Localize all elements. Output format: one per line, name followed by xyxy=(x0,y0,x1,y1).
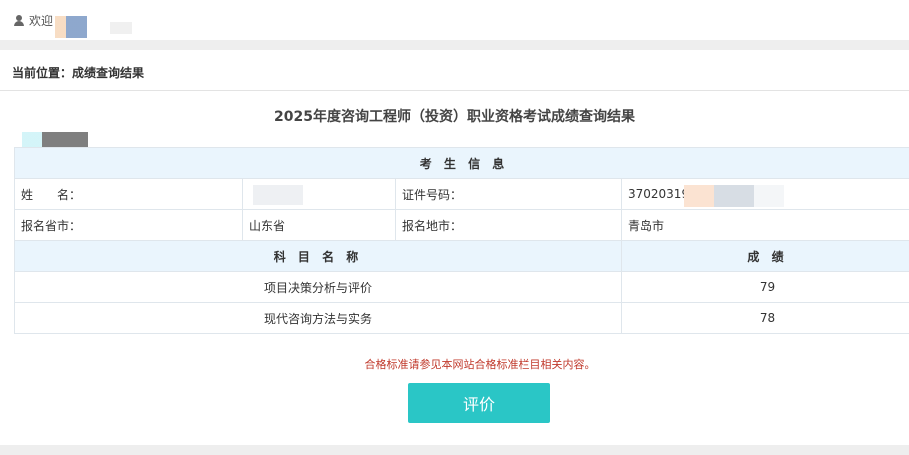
province-value: 山东省 xyxy=(242,209,396,241)
subject-score: 79 xyxy=(621,271,909,303)
city-label: 报名地市： xyxy=(395,209,622,241)
subject-header: 科 目 名 称 xyxy=(14,240,622,272)
subject-name: 现代咨询方法与实务 xyxy=(14,302,622,334)
breadcrumb-text: 当前位置：成绩查询结果 xyxy=(12,66,145,80)
id-value: 37020319 xyxy=(621,178,909,210)
welcome-area: 欢迎 xyxy=(14,12,53,29)
subject-name: 项目决策分析与评价 xyxy=(14,271,622,303)
score-header: 成 绩 xyxy=(621,240,909,272)
table-row: 现代咨询方法与实务 78 xyxy=(14,302,909,334)
province-label: 报名省市： xyxy=(14,209,243,241)
section-title: 考 生 信 息 xyxy=(14,147,909,179)
redacted-id xyxy=(684,185,784,207)
evaluate-button[interactable]: 评价 xyxy=(408,383,550,423)
table-row: 项目决策分析与评价 79 xyxy=(14,271,909,303)
pass-standard-note: 合格标准请参见本网站合格标准栏目相关内容。 xyxy=(364,358,596,371)
name-value xyxy=(242,178,396,210)
id-label: 证件号码： xyxy=(395,178,622,210)
name-label: 姓 名： xyxy=(14,178,243,210)
top-bar: 欢迎 xyxy=(0,0,909,40)
name-id-row: 姓 名： 证件号码： 37020319 xyxy=(14,178,909,210)
scores-header-row: 科 目 名 称 成 绩 xyxy=(14,240,909,272)
top-separator xyxy=(0,40,909,50)
welcome-text: 欢迎 xyxy=(29,14,54,28)
candidate-info-table: 考 生 信 息 姓 名： 证件号码： 37020319 报名省市： 山东省 报名… xyxy=(14,147,909,334)
user-icon xyxy=(14,15,24,26)
redacted-name xyxy=(253,185,303,205)
section-header-row: 考 生 信 息 xyxy=(14,147,909,179)
page-title: 2025年度咨询工程师（投资）职业资格考试成绩查询结果 xyxy=(274,109,635,125)
breadcrumb: 当前位置：成绩查询结果 xyxy=(0,50,909,91)
bottom-separator xyxy=(0,445,909,455)
subject-score: 78 xyxy=(621,302,909,334)
province-city-row: 报名省市： 山东省 报名地市： 青岛市 xyxy=(14,209,909,241)
city-value: 青岛市 xyxy=(621,209,909,241)
redacted-mark xyxy=(110,22,132,34)
redacted-username xyxy=(55,16,87,38)
